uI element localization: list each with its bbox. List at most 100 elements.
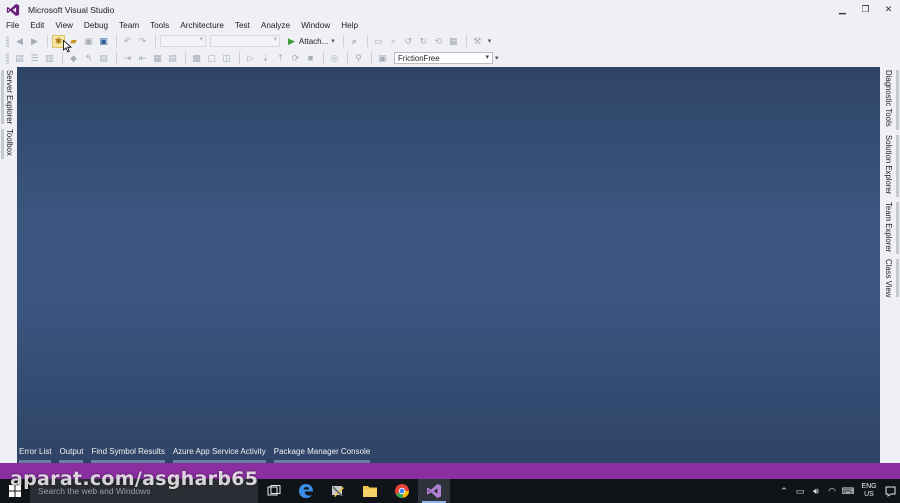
chrome-icon	[395, 484, 409, 498]
menu-file[interactable]: File	[2, 21, 23, 30]
indent-icon[interactable]: ⇥	[121, 52, 134, 65]
error-list-tab[interactable]: Error List	[19, 443, 52, 463]
stop-icon[interactable]: ■	[304, 52, 317, 65]
wifi-icon[interactable]: ◠	[824, 479, 840, 503]
menu-debug[interactable]: Debug	[80, 21, 112, 30]
undo-icon[interactable]: ↶	[121, 35, 134, 48]
save-icon[interactable]: ▣	[82, 35, 95, 48]
step-into-icon[interactable]: ⇣	[259, 52, 272, 65]
menu-edit[interactable]: Edit	[26, 21, 48, 30]
chat-icon[interactable]: ◫	[220, 52, 233, 65]
visual-studio-icon	[427, 484, 441, 498]
package-manager-console-label: Package Manager Console	[273, 447, 371, 456]
toolbar-separator	[323, 52, 324, 64]
menu-window[interactable]: Window	[297, 21, 334, 30]
refresh-icon[interactable]: ⟲	[432, 35, 445, 48]
forward-icon[interactable]: ▶	[28, 35, 41, 48]
solution-explorer-tab[interactable]: Solution Explorer	[884, 135, 893, 194]
properties-icon[interactable]: ▣	[376, 52, 389, 65]
list-icon[interactable]: ☰	[28, 52, 41, 65]
uncomment-icon[interactable]: ▤	[166, 52, 179, 65]
play-icon: ▶	[288, 35, 295, 46]
menu-bar: File Edit View Debug Team Tools Architec…	[0, 19, 900, 32]
outdent-icon[interactable]: ⇤	[136, 52, 149, 65]
toolbar-overflow-icon[interactable]: ▾	[488, 37, 492, 45]
format-icon[interactable]: ▤	[13, 52, 26, 65]
standard-toolbar: ◀ ▶ ✱ ▰ ▣ ▣ ↶ ↷ ▶ Attach... ▾ ⌕ ▭ ⌕ ↺ ↻ …	[0, 33, 900, 49]
menu-tools[interactable]: Tools	[146, 21, 173, 30]
solution-configuration-combo[interactable]: FrictionFree	[394, 52, 493, 64]
prev-bookmark-icon[interactable]: ↰	[82, 52, 95, 65]
bookmark-icon[interactable]: ◆	[67, 52, 80, 65]
message-icon[interactable]: ▢	[205, 52, 218, 65]
debug-location-icon[interactable]: ▭	[372, 35, 385, 48]
step-forward-icon[interactable]: ↻	[417, 35, 430, 48]
find-symbol-results-tab[interactable]: Find Symbol Results	[91, 443, 165, 463]
breakpoint-icon[interactable]: ◎	[328, 52, 341, 65]
step-over-icon[interactable]: ▷	[244, 52, 257, 65]
find-icon[interactable]: ⌕	[387, 35, 400, 48]
toolbar-overflow-icon[interactable]: ▾	[495, 54, 499, 62]
toolbar-separator	[342, 35, 344, 47]
diagnostic-tools-tab-indicator	[896, 70, 899, 130]
toolbar-separator	[371, 52, 372, 64]
configuration-combo[interactable]	[160, 35, 206, 47]
save-all-icon[interactable]: ▣	[97, 35, 110, 48]
visual-studio-taskbar-button[interactable]	[418, 479, 450, 503]
language-code: ENG	[861, 483, 877, 490]
attach-button[interactable]: ▶ Attach... ▾	[288, 36, 335, 47]
server-explorer-tab[interactable]: Server Explorer	[5, 70, 14, 124]
menu-architecture[interactable]: Architecture	[176, 21, 228, 30]
output-label: Output	[59, 447, 84, 456]
close-button[interactable]: ✕	[877, 0, 900, 19]
class-view-tab[interactable]: Class View	[884, 259, 893, 297]
action-center-button[interactable]	[880, 479, 900, 503]
keyboard-icon[interactable]: ⌨	[840, 479, 856, 503]
tools-icon[interactable]: ⚒	[471, 35, 484, 48]
toolbar-grip[interactable]	[6, 35, 9, 47]
volume-icon[interactable]: 🔊︎	[808, 479, 824, 503]
chevron-up-icon[interactable]: ⌃	[776, 479, 792, 503]
next-bookmark-icon[interactable]: ▤	[97, 52, 110, 65]
toolbox-tab[interactable]: Toolbox	[5, 129, 14, 156]
back-icon[interactable]: ◀	[13, 35, 26, 48]
code-icon[interactable]: ▥	[43, 52, 56, 65]
toolbar-separator	[155, 35, 156, 47]
comment-icon[interactable]: ▦	[151, 52, 164, 65]
toolbar-separator	[116, 52, 117, 64]
grid-icon[interactable]: ▦	[447, 35, 460, 48]
menu-analyze[interactable]: Analyze	[257, 21, 294, 30]
edge-browser-button[interactable]	[290, 479, 322, 503]
wrench-icon[interactable]: ⚲	[352, 52, 365, 65]
restore-button[interactable]: ❐	[854, 0, 877, 19]
language-indicator[interactable]: ENG US	[858, 483, 880, 499]
platform-combo[interactable]	[210, 35, 280, 47]
language-region: US	[864, 491, 874, 498]
diagnostic-tools-tab[interactable]: Diagnostic Tools	[884, 70, 893, 127]
menu-view[interactable]: View	[51, 21, 77, 30]
battery-icon[interactable]: ▭	[792, 479, 808, 503]
file-explorer-button[interactable]	[354, 479, 386, 503]
chrome-button[interactable]	[386, 479, 418, 503]
toggle-icon[interactable]: ▩	[190, 52, 203, 65]
menu-team[interactable]: Team	[115, 21, 143, 30]
package-manager-console-tab[interactable]: Package Manager Console	[273, 443, 371, 463]
server-explorer-tab-indicator	[1, 70, 4, 124]
toolbar-grip[interactable]	[6, 52, 9, 64]
menu-help[interactable]: Help	[337, 21, 362, 30]
toolbar-separator	[366, 35, 368, 47]
redo-icon[interactable]: ↷	[136, 35, 149, 48]
class-view-tab-indicator	[896, 259, 899, 297]
task-view-button[interactable]	[258, 479, 290, 503]
minimize-button[interactable]: ▁	[831, 0, 854, 19]
menu-test[interactable]: Test	[231, 21, 254, 30]
step-out-icon[interactable]: ⇡	[274, 52, 287, 65]
team-explorer-tab[interactable]: Team Explorer	[884, 202, 893, 252]
tools-app-button[interactable]	[322, 479, 354, 503]
attach-label: Attach...	[298, 36, 329, 46]
azure-app-service-activity-tab[interactable]: Azure App Service Activity	[172, 443, 266, 463]
restart-icon[interactable]: ⟳	[289, 52, 302, 65]
output-tab[interactable]: Output	[59, 443, 84, 463]
find-in-files-icon[interactable]: ⌕	[348, 35, 361, 48]
step-back-icon[interactable]: ↺	[402, 35, 415, 48]
